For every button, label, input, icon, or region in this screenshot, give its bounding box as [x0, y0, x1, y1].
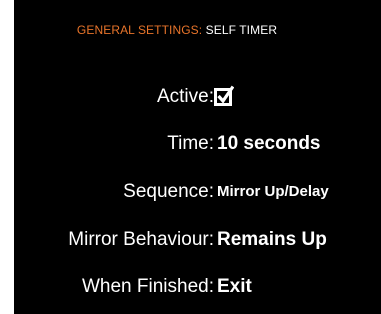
time-value[interactable]: 10 seconds [217, 129, 321, 159]
setting-row-time[interactable]: Time: 10 seconds [14, 129, 381, 159]
mirror-behaviour-label: Mirror Behaviour: [68, 229, 214, 250]
screen-header: GENERAL SETTINGS: SELF TIMER [14, 23, 340, 37]
setting-row-when-finished[interactable]: When Finished: Exit [14, 272, 381, 302]
sequence-label: Sequence: [123, 181, 214, 202]
header-category: GENERAL SETTINGS: [76, 23, 203, 37]
setting-row-sequence[interactable]: Sequence: Mirror Up/Delay [14, 177, 381, 207]
when-finished-label: When Finished: [81, 276, 214, 297]
setting-row-active: Active: [14, 82, 381, 112]
mirror-behaviour-value[interactable]: Remains Up [217, 225, 327, 255]
checkbox-checked-icon[interactable] [214, 85, 234, 107]
setting-row-mirror-behaviour[interactable]: Mirror Behaviour: Remains Up [14, 225, 381, 255]
sequence-value[interactable]: Mirror Up/Delay [217, 177, 329, 207]
header-page-title: SELF TIMER [205, 23, 278, 37]
time-label: Time: [167, 133, 214, 154]
self-timer-settings-screen: GENERAL SETTINGS: SELF TIMER Active: Tim… [14, 0, 381, 314]
when-finished-value[interactable]: Exit [217, 272, 252, 302]
active-label: Active: [156, 86, 214, 107]
